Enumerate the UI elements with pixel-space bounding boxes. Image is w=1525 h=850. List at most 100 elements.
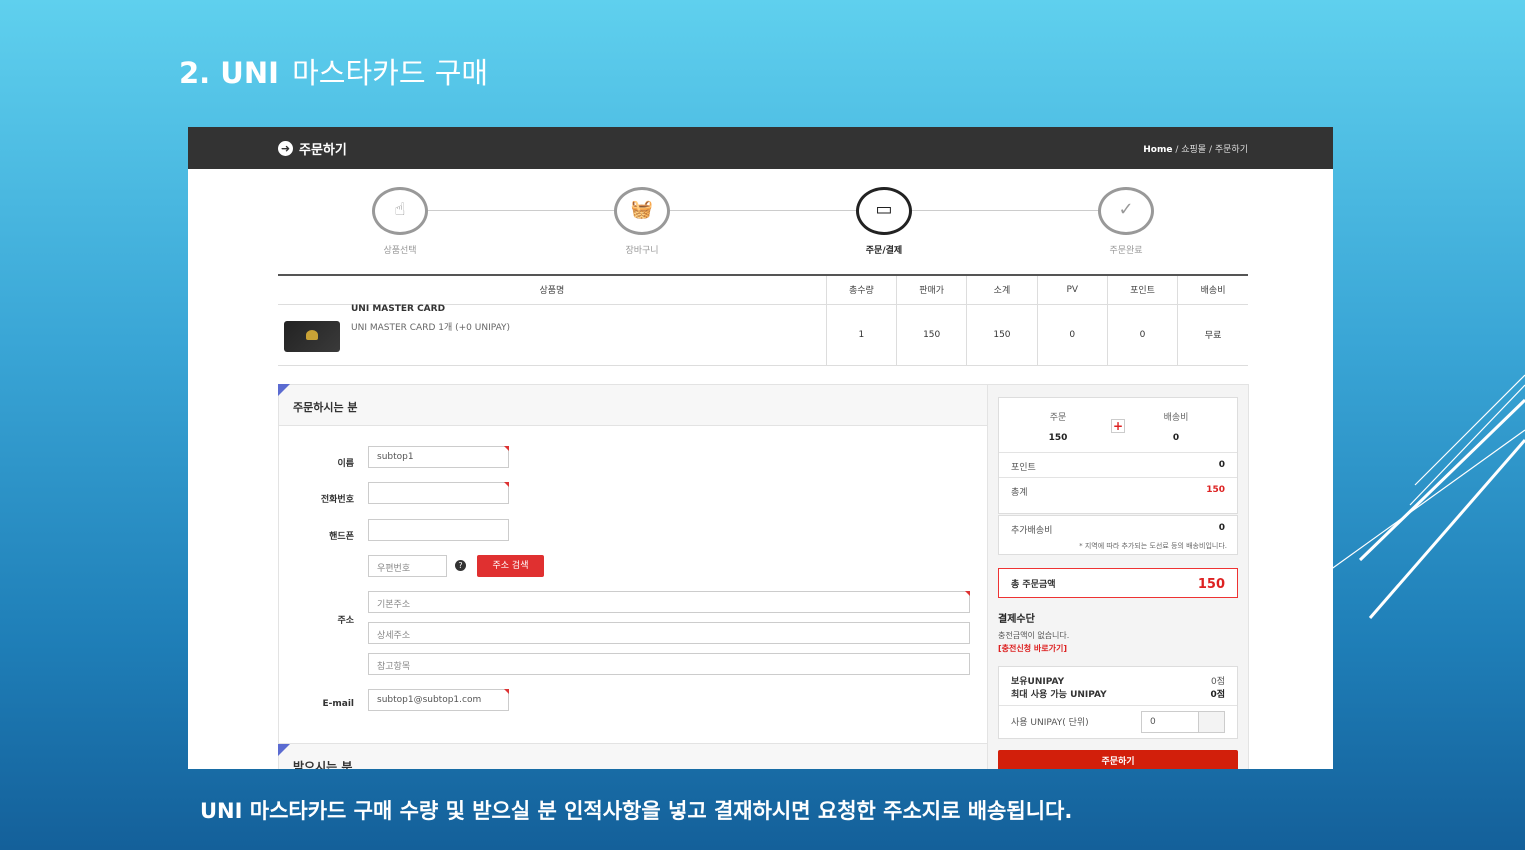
extra-shipping-box: 추가배송비 0 * 지역에 따라 추가되는 도선료 등의 배송비입니다. [998, 515, 1238, 555]
mobile-field[interactable] [368, 519, 509, 541]
address-label: 주소 [337, 616, 354, 626]
extra-shipping-row: 추가배송비 0 [999, 516, 1237, 543]
mobile-label: 핸드폰 [329, 532, 354, 542]
col-price: 판매가 [896, 274, 967, 305]
subtotal-label: 총계 [1011, 488, 1028, 498]
shipping-label: 배송비 [1163, 413, 1189, 423]
step-cart: 🧺 장바구니 [602, 187, 682, 256]
step-label: 장바구니 [625, 246, 659, 256]
arrow-right-icon: ➜ [278, 141, 293, 156]
order-summary-panel: 주문 150 + 배송비 0 포인트 0 총계 150 추가배송비 0 * 지역… [988, 384, 1249, 769]
extra-shipping-label: 추가배송비 [1011, 526, 1053, 536]
shipping-value: 0 [1172, 433, 1180, 443]
col-shipping: 배송비 [1177, 274, 1248, 305]
extra-shipping-note: * 지역에 따라 추가되는 도선료 등의 배송비입니다. [1079, 542, 1227, 550]
email-field[interactable]: subtop1@subtop1.com [368, 689, 509, 711]
checkmark-icon: ✓ [1098, 187, 1154, 235]
use-unipay-label: 사용 UNIPAY( 단위) [1011, 718, 1089, 728]
use-unipay-input[interactable]: 0 [1141, 711, 1199, 733]
col-qty: 총수량 [825, 274, 897, 305]
hand-pointer-icon: ☝ [372, 187, 428, 235]
extra-shipping-value: 0 [1218, 523, 1225, 533]
total-box: 총 주문금액 150 [998, 568, 1238, 598]
subtotal-row: 총계 150 [999, 477, 1237, 505]
own-unipay-value: 0점 [1210, 677, 1225, 687]
product-desc: UNI MASTER CARD 1개 (+0 UNIPAY) [351, 322, 511, 333]
point-label: 포인트 [1011, 463, 1036, 473]
email-label: E-mail [322, 699, 354, 709]
order-steps: ☝ 상품선택 🧺 장바구니 ▭ 주문/결제 ✓ 주문완료 [278, 169, 1243, 273]
order-amount-label: 주문 [1049, 413, 1067, 423]
zipcode-field[interactable]: 우편번호 [368, 555, 447, 577]
summary-order: 주문 150 [999, 410, 1117, 443]
product-cell: UNI MASTER CARD UNI MASTER CARD 1개 (+0 U… [278, 303, 827, 366]
slide-title: 2. UNI 마스타카드 구매 [179, 50, 488, 92]
table-header: 상품명 총수량 판매가 소계 PV 포인트 배송비 [278, 274, 1248, 305]
product-name: UNI MASTER CARD [351, 303, 446, 314]
step-label: 주문/결제 [865, 246, 903, 256]
qty-cell: 1 [825, 304, 897, 366]
subtotal-value: 150 [1206, 485, 1225, 495]
payment-method-title: 결제수단 [998, 614, 1035, 625]
point-value: 0 [1218, 460, 1225, 470]
col-product: 상품명 [278, 274, 827, 305]
max-unipay-label: 최대 사용 가능 UNIPAY [1011, 690, 1107, 700]
payment-message: 충전금액이 없습니다. [998, 631, 1070, 640]
unipay-box: 보유UNIPAY 0점 최대 사용 가능 UNIPAY 0점 사용 UNIPAY… [998, 666, 1238, 739]
order-button[interactable]: 주문하기 [998, 750, 1238, 769]
col-subtotal: 소계 [966, 274, 1038, 305]
help-icon[interactable]: ? [455, 560, 466, 571]
shipping-cell: 무료 [1177, 304, 1248, 366]
breadcrumb-home[interactable]: Home [1143, 145, 1172, 155]
card-image [284, 320, 340, 352]
step-select-product: ☝ 상품선택 [360, 187, 440, 256]
address-basic-field[interactable]: 기본주소 [368, 591, 970, 613]
phone-field[interactable] [368, 482, 509, 504]
decorative-lines [1330, 374, 1525, 619]
step-order-complete: ✓ 주문완료 [1086, 187, 1166, 256]
orderer-form: 주문하시는 분 이름 subtop1 전화번호 핸드폰 우편번호 ? 주소 검색… [278, 384, 988, 769]
credit-card-icon: ▭ [856, 187, 912, 235]
summary-box: 주문 150 + 배송비 0 포인트 0 총계 150 [998, 397, 1238, 514]
own-unipay-label: 보유UNIPAY [1011, 677, 1065, 687]
breadcrumb-separator: / [1175, 145, 1179, 155]
price-cell: 150 [896, 304, 967, 366]
page-header: ➜ 주문하기 Home / 쇼핑몰 / 주문하기 [188, 127, 1333, 169]
page-title-text: 주문하기 [299, 143, 347, 158]
unipay-apply-button[interactable] [1198, 711, 1225, 733]
col-pv: PV [1036, 274, 1108, 305]
total-value: 150 [1197, 577, 1225, 592]
address-search-button[interactable]: 주소 검색 [477, 555, 544, 577]
screenshot-frame: ➜ 주문하기 Home / 쇼핑몰 / 주문하기 ☝ 상품선택 🧺 장바구니 ▭… [188, 127, 1333, 769]
name-field[interactable]: subtop1 [368, 446, 509, 468]
col-point: 포인트 [1106, 274, 1178, 305]
step-order-payment: ▭ 주문/결제 [844, 187, 924, 256]
name-label: 이름 [337, 459, 354, 469]
breadcrumb-separator: / [1208, 145, 1212, 155]
address-detail-field[interactable]: 상세주소 [368, 622, 970, 644]
order-amount-value: 150 [1048, 433, 1068, 443]
pv-cell: 0 [1036, 304, 1108, 366]
point-row: 포인트 0 [999, 452, 1237, 480]
max-unipay-value: 0점 [1210, 690, 1225, 700]
address-extra-field[interactable]: 참고항목 [368, 653, 970, 675]
subtotal-cell: 150 [966, 304, 1038, 366]
receiver-heading: 받으시는 분 [278, 743, 987, 769]
slide-title-text: 마스타카드 구매 [292, 56, 489, 90]
slide-title-number: 2. UNI [179, 56, 279, 90]
phone-label: 전화번호 [320, 495, 354, 505]
orderer-heading: 주문하시는 분 [278, 384, 987, 426]
basket-icon: 🧺 [614, 187, 670, 235]
slide-caption: UNI 마스타카드 구매 수량 및 받으실 분 인적사항을 넣고 결재하시면 요… [200, 799, 1073, 823]
breadcrumb-mall[interactable]: 쇼핑몰 [1181, 145, 1206, 155]
point-cell: 0 [1106, 304, 1178, 366]
step-label: 주문완료 [1109, 246, 1143, 256]
charge-link[interactable]: [충전신청 바로가기] [998, 643, 1067, 654]
breadcrumb-current: 주문하기 [1214, 145, 1248, 155]
summary-shipping: 배송비 0 [1117, 410, 1235, 443]
breadcrumb: Home / 쇼핑몰 / 주문하기 [1143, 142, 1248, 155]
page-title: ➜ 주문하기 [278, 139, 347, 158]
steps-connector [398, 210, 1133, 211]
table-row: UNI MASTER CARD UNI MASTER CARD 1개 (+0 U… [278, 303, 1248, 366]
total-label: 총 주문금액 [1011, 580, 1056, 590]
